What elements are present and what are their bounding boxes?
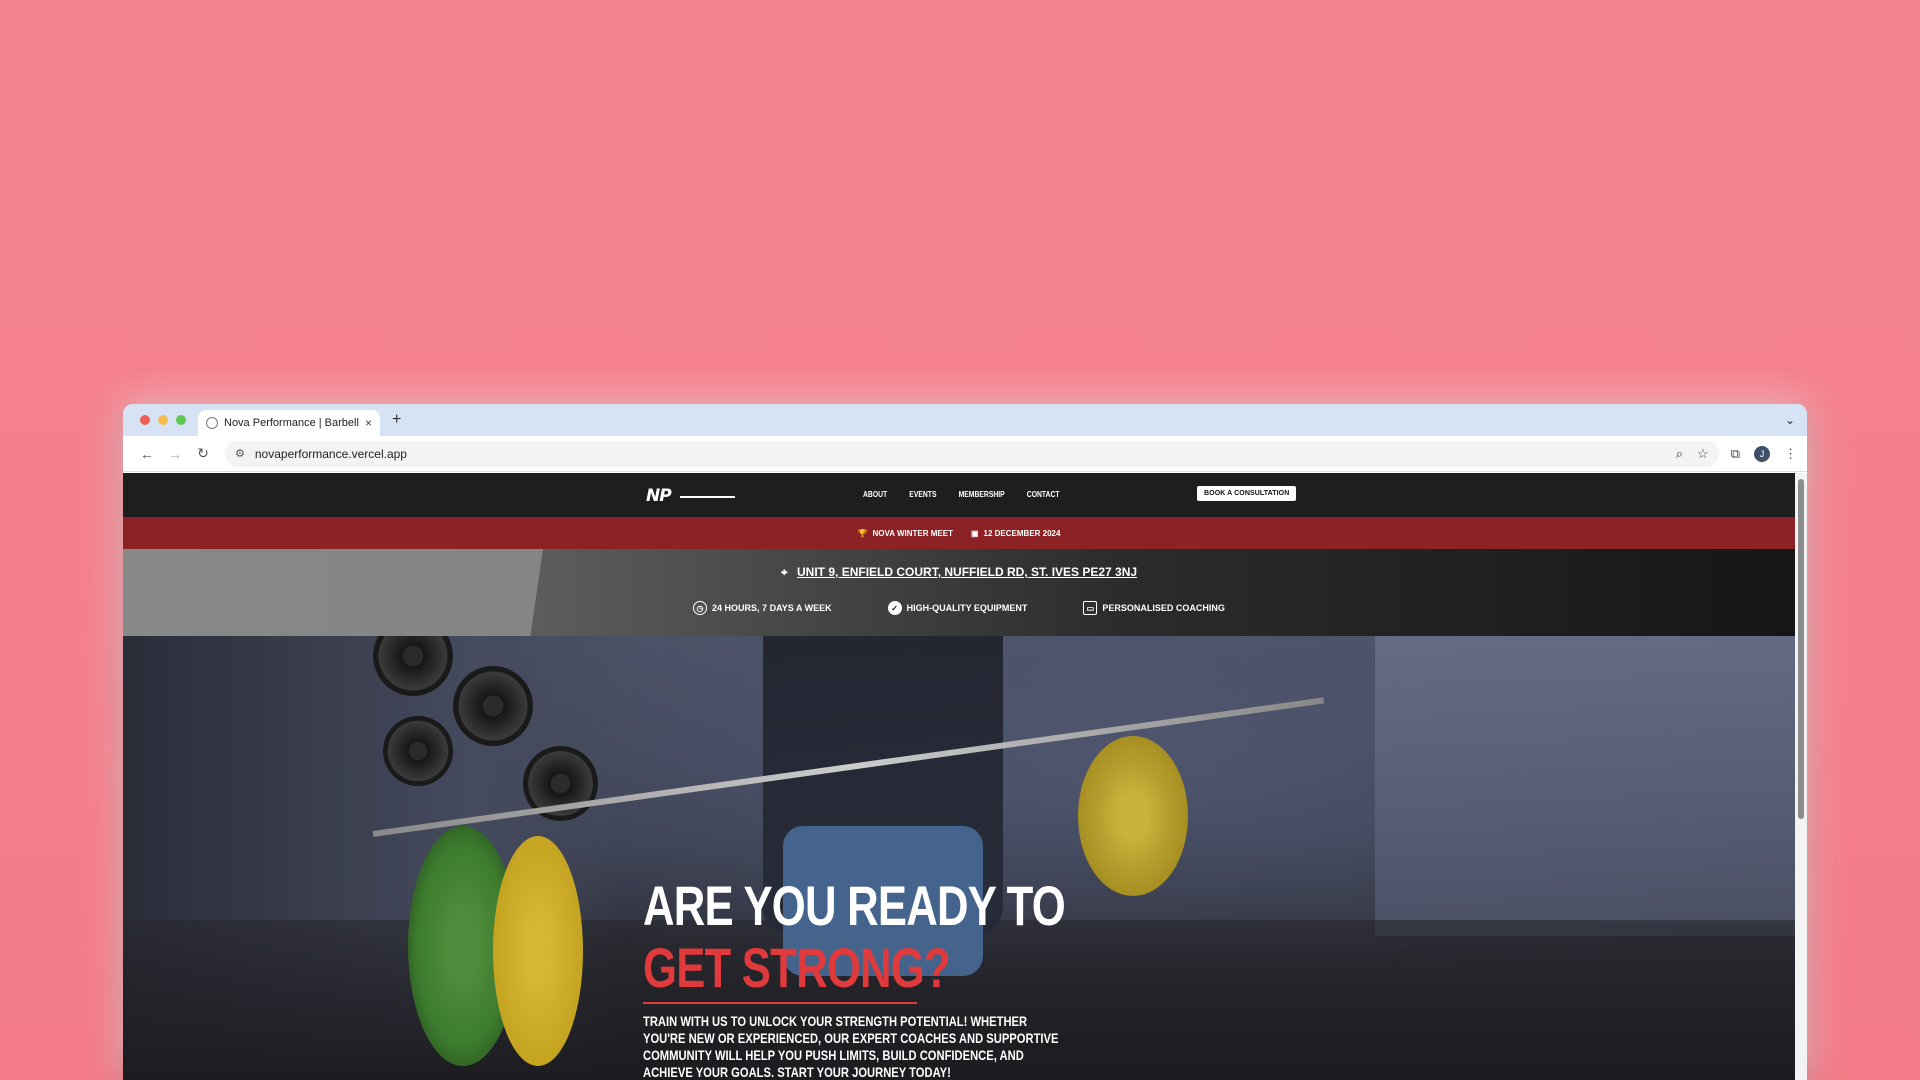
nav-membership[interactable]: MEMBERSHIP: [959, 490, 1005, 499]
back-icon[interactable]: ←: [133, 446, 161, 462]
window-controls: [140, 415, 186, 425]
hero-bg-yellow-plate-right: [1078, 736, 1188, 896]
hero-bg-plate: [453, 666, 533, 746]
globe-icon: [206, 417, 218, 429]
scrollbar-thumb[interactable]: [1798, 479, 1804, 819]
tab-title: Nova Performance | Barbell C: [224, 417, 359, 429]
map-pin-icon: ⌖: [780, 565, 788, 579]
address-link[interactable]: UNIT 9, ENFIELD COURT, NUFFIELD RD, ST. …: [797, 565, 1137, 579]
hero-bg-barbell-rack: [1375, 636, 1795, 936]
hero-section: ARE YOU READY TO GET STRONG? TRAIN WITH …: [123, 636, 1795, 1080]
maximize-window-button[interactable]: [176, 415, 186, 425]
logo-barbell-mark: [680, 496, 735, 498]
close-tab-icon[interactable]: ×: [365, 416, 372, 430]
minimize-window-button[interactable]: [158, 415, 168, 425]
info-band: ⌖ UNIT 9, ENFIELD COURT, NUFFIELD RD, ST…: [123, 549, 1795, 636]
nav-about[interactable]: ABOUT: [863, 490, 887, 499]
new-tab-button[interactable]: +: [392, 411, 401, 429]
feature-equipment: ✓ HIGH-QUALITY EQUIPMENT: [887, 601, 1028, 615]
reload-icon[interactable]: ↻: [189, 445, 217, 462]
book-consultation-button[interactable]: BOOK A CONSULTATION: [1197, 486, 1297, 501]
features-list: ◷ 24 HOURS, 7 DAYS A WEEK ✓ HIGH-QUALITY…: [123, 601, 1795, 615]
coaching-icon: ▭: [1083, 601, 1098, 615]
logo-text: NP: [646, 486, 672, 506]
page-scrollbar[interactable]: [1795, 473, 1807, 1080]
feature-label: 24 HOURS, 7 DAYS A WEEK: [712, 603, 832, 613]
trophy-icon: 🏆: [857, 528, 868, 538]
browser-toolbar: ← → ↻ ⚙ novaperformance.vercel.app ⌕ ☆ ⧉…: [123, 436, 1807, 472]
page-viewport: NP ABOUT EVENTS MEMBERSHIP CONTACT BOOK …: [123, 473, 1795, 1080]
address-bar[interactable]: ⚙ novaperformance.vercel.app ⌕ ☆: [225, 440, 1719, 467]
bookmark-star-icon[interactable]: ☆: [1697, 446, 1709, 462]
feature-label: PERSONALISED COACHING: [1102, 603, 1225, 613]
site-header: NP ABOUT EVENTS MEMBERSHIP CONTACT BOOK …: [123, 473, 1795, 517]
nav-events[interactable]: EVENTS: [909, 490, 936, 499]
hero-description: TRAIN WITH US TO UNLOCK YOUR STRENGTH PO…: [643, 1013, 1059, 1080]
hero-headline: ARE YOU READY TO: [643, 874, 1066, 937]
site-logo[interactable]: NP: [646, 486, 735, 506]
hero-bg-yellow-plate-left: [493, 836, 583, 1066]
browser-tab[interactable]: Nova Performance | Barbell C ×: [198, 410, 380, 436]
extensions-icon[interactable]: ⧉: [1731, 446, 1740, 462]
nav-contact[interactable]: CONTACT: [1027, 490, 1060, 499]
address-line: ⌖ UNIT 9, ENFIELD COURT, NUFFIELD RD, ST…: [123, 565, 1795, 580]
event-promo-bar[interactable]: 🏆 NOVA WINTER MEET ▣ 12 DECEMBER 2024: [123, 517, 1795, 549]
feature-coaching: ▭ PERSONALISED COACHING: [1083, 601, 1225, 615]
hero-underline: [643, 1002, 917, 1004]
profile-avatar[interactable]: J: [1754, 445, 1770, 462]
main-nav: ABOUT EVENTS MEMBERSHIP CONTACT: [863, 490, 1060, 499]
forward-icon[interactable]: →: [161, 446, 189, 462]
calendar-icon: ▣: [970, 528, 979, 538]
browser-menu-icon[interactable]: ⋮: [1784, 446, 1797, 462]
check-circle-icon: ✓: [887, 601, 902, 615]
hero-content: ARE YOU READY TO GET STRONG? TRAIN WITH …: [643, 876, 1184, 1080]
site-info-icon[interactable]: ⚙: [235, 447, 245, 460]
hero-bg-plate: [383, 716, 453, 786]
hero-headline-accent: GET STRONG?: [643, 936, 951, 999]
event-name: NOVA WINTER MEET: [872, 528, 953, 538]
tab-search-icon[interactable]: ⌄: [1785, 413, 1795, 427]
tab-bar: Nova Performance | Barbell C × + ⌄: [123, 404, 1807, 436]
event-date: 12 DECEMBER 2024: [983, 528, 1061, 538]
browser-window: Nova Performance | Barbell C × + ⌄ ← → ↻…: [123, 404, 1807, 1080]
url-text[interactable]: novaperformance.vercel.app: [255, 447, 407, 461]
feature-hours: ◷ 24 HOURS, 7 DAYS A WEEK: [693, 601, 832, 615]
zoom-icon[interactable]: ⌕: [1676, 446, 1683, 462]
info-band-accent: [123, 549, 543, 636]
feature-label: HIGH-QUALITY EQUIPMENT: [906, 603, 1028, 613]
clock-icon: ◷: [693, 601, 708, 615]
close-window-button[interactable]: [140, 415, 150, 425]
